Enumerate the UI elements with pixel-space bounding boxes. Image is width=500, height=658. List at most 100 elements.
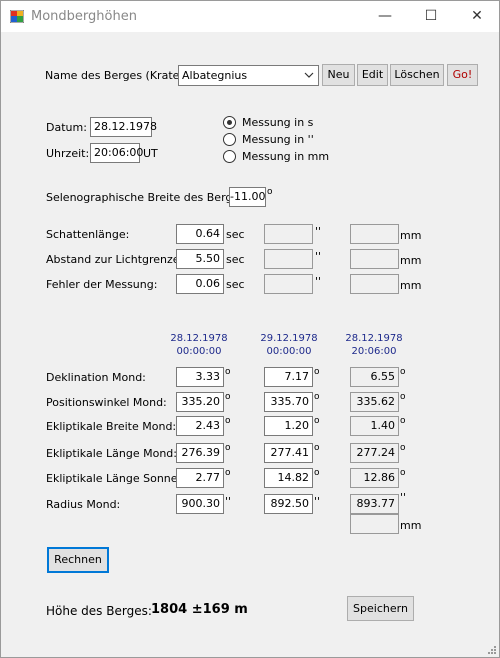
loeschen-button[interactable]: Löschen — [390, 64, 444, 86]
ekl-breite-mond-unit-3: o — [400, 416, 406, 426]
abstand-unit-sec: sec — [226, 253, 245, 266]
col-header-2-time: 00:00:00 — [266, 346, 312, 357]
ekl-breite-mond-label: Ekliptikale Breite Mond: — [46, 420, 177, 433]
positionswinkel-unit-1: o — [225, 392, 231, 402]
maximize-icon[interactable]: ☐ — [408, 1, 454, 32]
radio-messung-s[interactable] — [223, 116, 236, 129]
ekl-laenge-mond-v3: 277.24 — [350, 443, 399, 463]
radius-mond-unit-1: '' — [225, 495, 232, 508]
ekl-breite-mond-unit-2: o — [314, 416, 320, 426]
radio-selected-dot — [227, 120, 232, 125]
ekl-laenge-mond-unit-3: o — [400, 443, 406, 453]
radius-mond-v2[interactable]: 892.50 — [264, 494, 313, 514]
abstand-input[interactable]: 5.50 — [176, 249, 224, 269]
speichern-button[interactable]: Speichern — [347, 596, 414, 621]
datum-input[interactable]: 28.12.1978 — [90, 117, 157, 137]
rechnen-button[interactable]: Rechnen — [47, 547, 109, 573]
radio-messung-arcsec[interactable] — [223, 133, 236, 146]
deklination-v2[interactable]: 7.17 — [264, 367, 313, 387]
edit-button[interactable]: Edit — [357, 64, 388, 86]
radio-messung-mm-label: Messung in mm — [242, 150, 330, 163]
breite-input[interactable]: -11.00 — [229, 187, 266, 207]
deklination-label: Deklination Mond: — [46, 371, 146, 384]
ekl-laenge-mond-v2[interactable]: 277.41 — [264, 443, 313, 463]
positionswinkel-unit-3: o — [400, 392, 406, 402]
ekl-laenge-sonne-unit-3: o — [400, 468, 406, 478]
breite-degree: o — [267, 187, 273, 197]
positionswinkel-v1[interactable]: 335.20 — [176, 392, 224, 412]
positionswinkel-unit-2: o — [314, 392, 320, 402]
datum-label: Datum: — [46, 121, 87, 134]
hoehe-result: 1804 ±169 m — [151, 602, 248, 617]
ekl-laenge-mond-unit-1: o — [225, 443, 231, 453]
col-header-3: 28.12.1978 20:06:00 — [339, 332, 409, 358]
deklination-unit-1: o — [225, 367, 231, 377]
minimize-icon[interactable]: — — [362, 1, 408, 32]
col-header-2-date: 29.12.1978 — [260, 333, 318, 344]
ekl-laenge-sonne-v2[interactable]: 14.82 — [264, 468, 313, 488]
schatten-input[interactable]: 0.64 — [176, 224, 224, 244]
schatten-mm-field — [350, 224, 399, 244]
ekl-laenge-sonne-v3: 12.86 — [350, 468, 399, 488]
fehler-unit-mm: mm — [400, 279, 422, 292]
schatten-unit-sec: sec — [226, 228, 245, 241]
col-header-3-date: 28.12.1978 — [345, 333, 403, 344]
schatten-unit-mm: mm — [400, 229, 422, 242]
positionswinkel-v2[interactable]: 335.70 — [264, 392, 313, 412]
ekl-breite-mond-v2[interactable]: 1.20 — [264, 416, 313, 436]
col-header-1-time: 00:00:00 — [176, 346, 222, 357]
ekl-laenge-sonne-unit-1: o — [225, 468, 231, 478]
fehler-arcsec-field — [264, 274, 313, 294]
uhrzeit-input[interactable]: 20:06:00 — [90, 143, 143, 163]
title-bar: Mondberghöhen — ☐ ✕ — [1, 1, 499, 32]
deklination-v3: 6.55 — [350, 367, 399, 387]
neu-button[interactable]: Neu — [322, 64, 355, 86]
close-icon[interactable]: ✕ — [454, 1, 500, 32]
ekl-laenge-mond-label: Ekliptikale Länge Mond: — [46, 447, 177, 460]
abstand-unit-mm: mm — [400, 254, 422, 267]
col-header-1: 28.12.1978 00:00:00 — [164, 332, 234, 358]
schatten-arcsec-field — [264, 224, 313, 244]
hoehe-label: Höhe des Berges: — [46, 604, 152, 618]
ekl-laenge-sonne-v1[interactable]: 2.77 — [176, 468, 224, 488]
radio-messung-mm[interactable] — [223, 150, 236, 163]
ekl-laenge-mond-v1[interactable]: 276.39 — [176, 443, 224, 463]
fehler-input[interactable]: 0.06 — [176, 274, 224, 294]
radius-mond-unit-3: '' — [400, 491, 407, 504]
radius-mond-v1[interactable]: 900.30 — [176, 494, 224, 514]
ekl-breite-mond-unit-1: o — [225, 416, 231, 426]
col-header-1-date: 28.12.1978 — [170, 333, 228, 344]
deklination-v1[interactable]: 3.33 — [176, 367, 224, 387]
abstand-arcsec-field — [264, 249, 313, 269]
uhrzeit-label: Uhrzeit: — [46, 147, 90, 160]
abstand-mm-field — [350, 249, 399, 269]
schatten-label: Schattenlänge: — [46, 228, 130, 241]
ekl-breite-mond-v1[interactable]: 2.43 — [176, 416, 224, 436]
fehler-unit-arcsec: '' — [315, 275, 322, 288]
fehler-unit-sec: sec — [226, 278, 245, 291]
ekl-breite-mond-v3: 1.40 — [350, 416, 399, 436]
go-button[interactable]: Go! — [447, 64, 478, 86]
deklination-unit-3: o — [400, 367, 406, 377]
radius-mond-unit-2: '' — [314, 495, 321, 508]
radius-mond-mm-field — [350, 514, 399, 534]
fehler-mm-field — [350, 274, 399, 294]
breite-label: Selenographische Breite des Berges: — [46, 191, 249, 204]
col-header-2: 29.12.1978 00:00:00 — [254, 332, 324, 358]
window-title: Mondberghöhen — [31, 9, 137, 24]
positionswinkel-label: Positionswinkel Mond: — [46, 396, 167, 409]
berg-combo[interactable]: Albategnius — [178, 65, 319, 86]
radius-mond-v3: 893.77 — [350, 494, 399, 514]
fehler-label: Fehler der Messung: — [46, 278, 158, 291]
berg-combo-value: Albategnius — [182, 69, 248, 82]
app-icon — [10, 10, 24, 23]
ekl-laenge-mond-unit-2: o — [314, 443, 320, 453]
abstand-unit-arcsec: '' — [315, 250, 322, 263]
col-header-3-time: 20:06:00 — [351, 346, 397, 357]
positionswinkel-v3: 335.62 — [350, 392, 399, 412]
abstand-label: Abstand zur Lichtgrenze: — [46, 253, 184, 266]
radio-messung-arcsec-label: Messung in '' — [242, 133, 314, 146]
deklination-unit-2: o — [314, 367, 320, 377]
resize-grip-icon[interactable] — [487, 645, 497, 655]
berg-label: Name des Berges (Kraters): — [45, 69, 198, 82]
